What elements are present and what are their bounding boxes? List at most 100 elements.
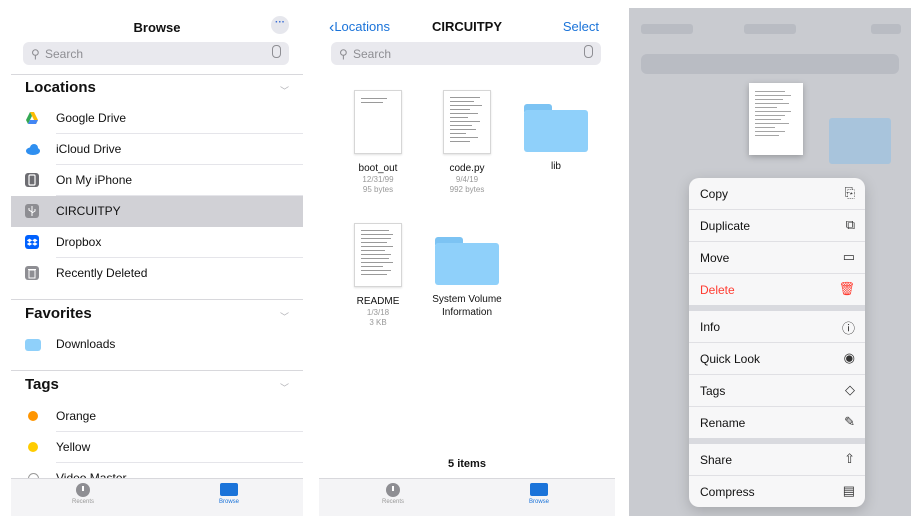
locations-header[interactable]: Locations bbox=[25, 79, 96, 96]
menu-item-move[interactable]: Move ▭ bbox=[689, 242, 865, 274]
file-item-readme[interactable]: README 1/3/18 3 KB bbox=[333, 223, 423, 328]
trash-icon bbox=[25, 266, 39, 280]
tab-recents[interactable]: Recents bbox=[363, 483, 423, 505]
context-menu-panel: Copy ⎘ Duplicate ⧉ Move ▭ Delete 🗑 Info ⓘ Qui… bbox=[629, 8, 911, 516]
document-thumbnail bbox=[354, 90, 402, 154]
search-placeholder: Search bbox=[45, 47, 84, 61]
file-size: 3 KB bbox=[369, 318, 387, 327]
sidebar-item-tag-orange[interactable]: Orange bbox=[11, 401, 303, 432]
menu-item-label: Share bbox=[700, 453, 733, 467]
tab-label: Browse bbox=[218, 499, 239, 505]
menu-item-quick-look[interactable]: Quick Look ◉ bbox=[689, 343, 865, 375]
tab-bar: Recents Browse bbox=[319, 478, 615, 516]
context-menu: Copy ⎘ Duplicate ⧉ Move ▭ Delete 🗑 Info ⓘ Qui… bbox=[689, 178, 865, 507]
sidebar-item-google-drive[interactable]: Google Drive bbox=[11, 103, 303, 134]
blurred-background bbox=[744, 24, 796, 34]
google-drive-icon bbox=[25, 111, 39, 125]
menu-item-copy[interactable]: Copy ⎘ bbox=[689, 178, 865, 210]
pencil-icon: ✎ bbox=[844, 414, 855, 429]
search-input[interactable]: ⚲ Search bbox=[331, 42, 601, 65]
sidebar-item-recently-deleted[interactable]: Recently Deleted bbox=[11, 258, 303, 289]
copy-icon: ⎘ bbox=[844, 185, 855, 200]
tab-label: Browse bbox=[528, 499, 549, 505]
file-date: 12/31/99 bbox=[362, 175, 394, 184]
sidebar-item-label: Recently Deleted bbox=[56, 266, 148, 280]
folder-icon bbox=[25, 339, 41, 351]
folder-icon bbox=[524, 104, 588, 152]
file-name: code.py bbox=[449, 163, 485, 174]
menu-item-info[interactable]: Info ⓘ bbox=[689, 311, 865, 343]
file-date: 1/3/18 bbox=[366, 308, 390, 317]
menu-item-delete[interactable]: Delete 🗑 bbox=[689, 274, 865, 305]
file-name: README bbox=[356, 296, 400, 307]
menu-item-share[interactable]: Share ⇧ bbox=[689, 444, 865, 476]
tab-browse[interactable]: Browse bbox=[199, 483, 259, 505]
file-preview-thumbnail bbox=[749, 83, 803, 155]
menu-item-compress[interactable]: Compress ▤ bbox=[689, 476, 865, 507]
search-input[interactable]: ⚲ Search bbox=[23, 42, 289, 65]
sidebar-item-downloads[interactable]: Downloads bbox=[11, 329, 303, 360]
folder-icon: ▭ bbox=[842, 249, 855, 264]
icloud-icon bbox=[25, 142, 40, 156]
sidebar-item-label: Downloads bbox=[56, 337, 116, 351]
menu-item-label: Duplicate bbox=[700, 219, 751, 233]
sidebar-item-label: iCloud Drive bbox=[56, 142, 122, 156]
sidebar-item-on-my-iphone[interactable]: On My iPhone bbox=[11, 165, 303, 196]
sidebar-item-icloud-drive[interactable]: iCloud Drive bbox=[11, 134, 303, 165]
menu-item-label: Rename bbox=[700, 416, 746, 430]
search-icon: ⚲ bbox=[31, 47, 40, 61]
item-count: 5 items bbox=[448, 458, 486, 470]
chevron-down-icon[interactable]: ﹀ bbox=[280, 310, 289, 323]
usb-icon bbox=[25, 204, 39, 218]
divider bbox=[11, 370, 303, 371]
menu-item-rename[interactable]: Rename ✎ bbox=[689, 407, 865, 438]
sidebar-item-circuitpy[interactable]: CIRCUITPY bbox=[11, 196, 303, 227]
tab-recents[interactable]: Recents bbox=[53, 483, 113, 505]
tab-bar: Recents Browse bbox=[11, 478, 303, 516]
clock-icon bbox=[76, 483, 90, 497]
divider bbox=[11, 74, 303, 75]
clock-icon bbox=[386, 483, 400, 497]
share-icon: ⇧ bbox=[844, 451, 855, 466]
menu-item-label: Delete bbox=[700, 283, 735, 297]
chevron-down-icon[interactable]: ﹀ bbox=[280, 381, 289, 394]
folder-icon bbox=[220, 483, 238, 496]
microphone-icon[interactable] bbox=[584, 45, 593, 58]
blurred-background bbox=[641, 24, 693, 34]
browse-panel: Browse ··· ⚲ Search Locations ﹀ Google D… bbox=[11, 8, 303, 516]
blurred-background bbox=[829, 118, 891, 164]
sidebar-item-label: CIRCUITPY bbox=[56, 204, 121, 218]
chevron-down-icon[interactable]: ﹀ bbox=[280, 84, 289, 97]
tab-browse[interactable]: Browse bbox=[509, 483, 569, 505]
more-button[interactable]: ··· bbox=[271, 16, 289, 34]
tab-label: Recents bbox=[71, 499, 94, 505]
archive-icon: ▤ bbox=[842, 483, 855, 498]
menu-item-label: Quick Look bbox=[700, 352, 761, 366]
menu-item-label: Compress bbox=[700, 485, 755, 499]
tab-label: Recents bbox=[381, 499, 404, 505]
duplicate-icon: ⧉ bbox=[845, 217, 855, 232]
folder-item-lib[interactable]: lib bbox=[511, 104, 601, 173]
sidebar-item-label: Orange bbox=[56, 409, 97, 423]
menu-item-duplicate[interactable]: Duplicate ⧉ bbox=[689, 210, 865, 242]
select-button[interactable]: Select bbox=[563, 19, 599, 34]
microphone-icon[interactable] bbox=[272, 45, 281, 58]
tag-icon: ◇ bbox=[845, 382, 855, 397]
favorites-header[interactable]: Favorites bbox=[25, 305, 92, 322]
sidebar-item-label: On My iPhone bbox=[56, 173, 133, 187]
sidebar-item-tag-yellow[interactable]: Yellow bbox=[11, 432, 303, 463]
search-placeholder: Search bbox=[353, 47, 392, 61]
tags-header[interactable]: Tags bbox=[25, 376, 59, 393]
sidebar-item-dropbox[interactable]: Dropbox bbox=[11, 227, 303, 258]
document-thumbnail bbox=[443, 90, 491, 154]
browse-title: Browse bbox=[133, 20, 181, 35]
sidebar-item-label: Yellow bbox=[56, 440, 91, 454]
menu-item-label: Copy bbox=[700, 187, 729, 201]
menu-item-tags[interactable]: Tags ◇ bbox=[689, 375, 865, 407]
file-item-boot-out[interactable]: boot_out 12/31/99 95 bytes bbox=[333, 90, 423, 195]
menu-item-label: Tags bbox=[700, 384, 726, 398]
iphone-icon bbox=[25, 173, 39, 187]
file-item-code-py[interactable]: code.py 9/4/19 992 bytes bbox=[422, 90, 512, 195]
folder-item-system-volume-information[interactable]: System Volume Information bbox=[422, 237, 512, 319]
info-icon: ⓘ bbox=[841, 321, 855, 336]
